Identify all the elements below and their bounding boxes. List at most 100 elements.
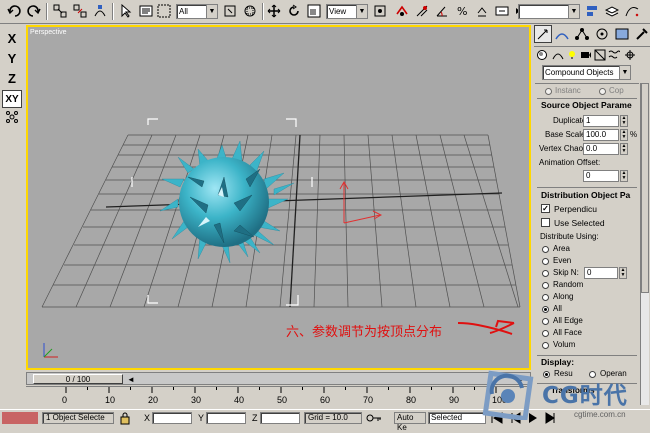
animation-offset-spinner[interactable]: ▲ ▼ <box>620 170 628 182</box>
percent-snap-icon[interactable]: % <box>454 3 470 19</box>
y-coord-label: Y <box>198 413 205 423</box>
utilities-tab-icon[interactable] <box>634 27 650 43</box>
helpers-icon[interactable] <box>594 49 606 63</box>
restrict-x-button[interactable]: X <box>2 30 22 48</box>
watermark-url: cgtime.com.cn <box>574 410 626 419</box>
z-coord-input[interactable] <box>260 412 300 424</box>
undo-icon[interactable] <box>6 3 22 19</box>
distribute-random-radio[interactable] <box>542 282 549 289</box>
frame-display[interactable]: 0 / 100 <box>33 374 123 384</box>
pivot-icon[interactable] <box>372 3 388 19</box>
scrollbar-thumb[interactable] <box>641 83 649 293</box>
x-coord-label: X <box>144 413 151 423</box>
redo-icon[interactable] <box>26 3 42 19</box>
key-filter-dropdown[interactable]: Selected <box>428 412 486 424</box>
time-slider[interactable]: 0 / 100 ◄ ► <box>26 372 531 385</box>
base-scale-input[interactable]: 100.0 <box>583 129 619 141</box>
distribute-skip-n-radio[interactable] <box>542 270 549 277</box>
perpendicular-checkbox[interactable]: ✓ <box>541 204 550 213</box>
angle-snap-icon[interactable] <box>434 3 450 19</box>
restrict-y-button[interactable]: Y <box>2 50 22 68</box>
geometry-icon[interactable] <box>536 49 548 63</box>
cameras-icon[interactable] <box>580 49 592 63</box>
unlink-icon[interactable] <box>72 3 88 19</box>
source-object-rollout-title[interactable]: Source Object Parame <box>541 100 632 110</box>
left-toolbar: X Y Z XY <box>0 25 24 370</box>
select-by-name-icon[interactable] <box>138 3 154 19</box>
curve-editor-icon[interactable] <box>624 3 640 19</box>
selection-status: 1 Object Selecte <box>42 412 114 424</box>
instance-radio[interactable] <box>545 88 552 95</box>
duplicates-input[interactable]: 1 <box>583 115 619 127</box>
selection-filter-value: All <box>179 7 188 16</box>
perspective-viewport[interactable]: Perspective 六、参数调节为按顶点分布 <box>26 25 531 370</box>
copy-radio[interactable] <box>599 88 606 95</box>
lights-icon[interactable] <box>566 49 578 63</box>
restrict-xy-button[interactable]: XY <box>2 90 22 108</box>
select-icon[interactable] <box>118 3 134 19</box>
systems-icon[interactable] <box>624 49 636 63</box>
duplicates-spinner[interactable]: ▲ ▼ <box>620 115 628 127</box>
rotate-icon[interactable] <box>286 3 302 19</box>
move-icon[interactable] <box>266 3 282 19</box>
base-scale-label: Base Scale: <box>545 130 588 139</box>
distribute-all-edge-radio[interactable] <box>542 318 549 325</box>
distribution-object-rollout-title[interactable]: Distribution Object Pa <box>541 190 630 200</box>
use-selected-checkbox[interactable] <box>541 218 550 227</box>
hierarchy-tab-icon[interactable] <box>574 27 590 43</box>
restrict-z-button[interactable]: Z <box>2 70 22 88</box>
watermark-brand: CG时代 <box>542 383 628 409</box>
viewport-scene <box>41 118 521 358</box>
snap-icon[interactable] <box>414 3 430 19</box>
snap-3d-icon[interactable] <box>2 110 22 128</box>
manipulate-icon[interactable] <box>394 3 410 19</box>
base-scale-spinner[interactable]: ▲ ▼ <box>620 129 628 141</box>
spinner-snap-icon[interactable] <box>474 3 490 19</box>
skip-n-input[interactable]: 0 <box>584 267 618 279</box>
maxscript-listener-button[interactable] <box>2 412 38 424</box>
track-tick-label: 70 <box>363 395 373 405</box>
distribute-all-label: All <box>553 304 562 313</box>
time-slider-left-arrow[interactable]: ◄ <box>127 375 135 384</box>
modify-tab-icon[interactable] <box>554 27 570 43</box>
chevron-down-icon: ▼ <box>619 66 630 79</box>
distribute-all-face-radio[interactable] <box>542 330 549 337</box>
select-link-icon[interactable] <box>52 3 68 19</box>
command-panel-scrollbar[interactable] <box>640 83 649 405</box>
align-icon[interactable] <box>584 3 600 19</box>
layer-manager-icon[interactable] <box>604 3 620 19</box>
animation-offset-input[interactable]: 0 <box>583 170 619 182</box>
track-bar[interactable]: 0 10 20 30 40 50 60 70 80 90 100 <box>26 386 531 408</box>
reference-coord-dropdown[interactable]: View ▼ <box>326 4 368 19</box>
create-tab-icon[interactable] <box>534 25 552 43</box>
window-crossing-icon[interactable] <box>242 3 258 19</box>
motion-tab-icon[interactable] <box>594 27 610 43</box>
instance-label: Instanc <box>555 86 581 95</box>
distribute-area-radio[interactable] <box>542 246 549 253</box>
selection-filter-dropdown[interactable]: All ▼ <box>176 4 218 19</box>
vertex-chaos-input[interactable]: 0.0 <box>583 143 619 155</box>
distribute-area-label: Area <box>553 244 570 253</box>
display-tab-icon[interactable] <box>614 27 630 43</box>
x-coord-input[interactable] <box>152 412 192 424</box>
command-panel: Compound Objects ▼ Instanc Cop Source Ob… <box>534 25 650 405</box>
chevron-down-icon: ▼ <box>568 5 579 18</box>
y-coord-input[interactable] <box>206 412 246 424</box>
shapes-icon[interactable] <box>552 49 564 63</box>
copy-label: Cop <box>609 86 624 95</box>
skip-n-spinner[interactable]: ▲ ▼ <box>619 267 627 279</box>
bind-spacewarp-icon[interactable] <box>92 3 108 19</box>
region-select-icon[interactable] <box>156 3 172 19</box>
auto-key-button[interactable]: Auto Ke <box>394 412 426 432</box>
named-selection-icon[interactable] <box>494 3 510 19</box>
distribute-volume-radio[interactable] <box>542 342 549 349</box>
distribute-all-radio[interactable] <box>542 306 549 313</box>
scale-icon[interactable] <box>306 3 322 19</box>
region-select-icon[interactable] <box>222 3 238 19</box>
vertex-chaos-spinner[interactable]: ▲ ▼ <box>620 143 628 155</box>
distribute-along-radio[interactable] <box>542 294 549 301</box>
object-category-dropdown[interactable]: Compound Objects ▼ <box>542 65 631 80</box>
named-selection-set-dropdown[interactable]: ▼ <box>518 4 580 19</box>
spacewarps-icon[interactable] <box>608 49 621 63</box>
distribute-even-radio[interactable] <box>542 258 549 265</box>
